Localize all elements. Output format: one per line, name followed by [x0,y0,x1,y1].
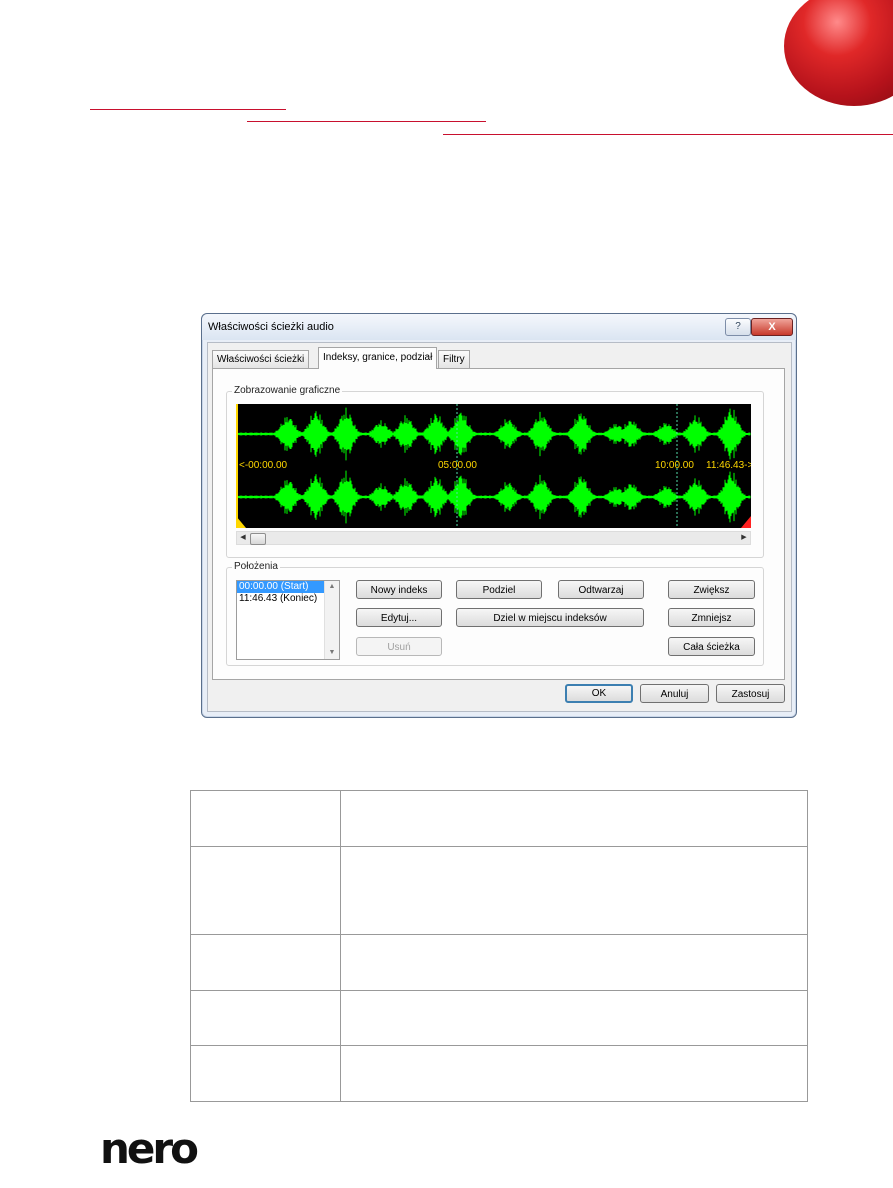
whole-track-button[interactable]: Cała ścieżka [668,637,755,656]
table-cell [340,846,808,935]
index-markers [456,404,678,528]
tab-filters[interactable]: Filtry [438,350,470,368]
list-item[interactable]: 11:46.43 (Koniec) [237,593,324,605]
table-row [190,1045,808,1102]
scroll-down-icon[interactable]: ▼ [325,647,339,659]
time-label-start: <-00:00.00 [239,460,288,471]
dialog-client-area: Właściwości ścieżki Indeksy, granice, po… [207,342,792,712]
waveform-channel-right [236,470,751,524]
help-icon: ? [735,321,741,332]
waveform-path [236,470,751,524]
scrollbar-thumb[interactable] [250,533,266,545]
positions-group: Położenia 00:00.00 (Start) 11:46.43 (Kon… [226,561,764,666]
help-button[interactable]: ? [725,318,751,336]
end-marker-icon[interactable] [741,516,751,528]
tab-indexes-limits-split[interactable]: Indeksy, granice, podział [318,347,438,369]
split-at-indexes-button[interactable]: Dziel w miejscu indeksów [456,608,644,627]
nero-red-ball-graphic [784,0,893,106]
listbox-scrollbar[interactable]: ▲ ▼ [324,581,339,659]
description-table [190,790,808,1102]
table-row [190,934,808,991]
waveform-path [236,407,751,461]
time-label-end: 11:46.43-> [706,460,751,471]
time-label-10min: 10:00.00 [655,460,694,471]
graphic-display-label: Zobrazowanie graficzne [232,385,343,396]
waveform-display[interactable]: <-00:00.00 05:00.00 10:00.00 11:46.43-> [236,404,751,528]
scroll-up-icon[interactable]: ▲ [325,581,339,593]
zoom-out-button[interactable]: Zmniejsz [668,608,755,627]
apply-button[interactable]: Zastosuj [716,684,785,703]
scroll-right-icon[interactable]: ▶ [738,532,750,544]
tab-panel-indexes: Zobrazowanie graficzne <-00:00.00 05:00.… [212,368,785,680]
delete-button[interactable]: Usuń [356,637,442,656]
table-cell [340,790,808,847]
table-cell [190,934,341,991]
tab-label: Filtry [443,354,465,365]
positions-listbox[interactable]: 00:00.00 (Start) 11:46.43 (Koniec) ▲ ▼ [236,580,340,660]
graphic-display-group: Zobrazowanie graficzne <-00:00.00 05:00.… [226,385,764,558]
tab-label: Indeksy, granice, podział [323,352,433,363]
waveform-horizontal-scrollbar[interactable]: ◀ ▶ [236,531,751,545]
table-cell [190,1045,341,1102]
table-row [190,846,808,935]
play-button[interactable]: Odtwarzaj [558,580,644,599]
new-index-button[interactable]: Nowy indeks [356,580,442,599]
time-label-5min: 05:00.00 [438,460,477,471]
zoom-in-button[interactable]: Zwiększ [668,580,755,599]
dialog-titlebar[interactable]: Właściwości ścieżki audio ? X [202,314,796,340]
table-cell [190,846,341,935]
close-icon: X [768,321,776,333]
table-row [190,790,808,847]
table-cell [340,990,808,1046]
nero-logo: nero [100,1124,199,1173]
header-line-3 [443,134,893,135]
header-line-2 [247,121,486,122]
table-cell [190,790,341,847]
positions-label: Położenia [232,561,280,572]
ok-button[interactable]: OK [565,684,633,703]
close-button[interactable]: X [751,318,793,336]
audio-track-properties-dialog: Właściwości ścieżki audio ? X Właściwośc… [201,313,797,718]
table-row [190,990,808,1046]
scroll-left-icon[interactable]: ◀ [237,532,249,544]
waveform-channel-left [236,407,751,461]
edit-button[interactable]: Edytuj... [356,608,442,627]
waveform-svg: <-00:00.00 05:00.00 10:00.00 11:46.43-> [236,404,751,528]
header-line-1 [90,109,286,110]
table-cell [340,1045,808,1102]
table-cell [190,990,341,1046]
table-cell [340,934,808,991]
list-item[interactable]: 00:00.00 (Start) [237,581,324,593]
tab-track-properties[interactable]: Właściwości ścieżki [212,350,310,368]
dialog-title: Właściwości ścieżki audio [208,321,334,333]
split-button[interactable]: Podziel [456,580,542,599]
tab-label: Właściwości ścieżki [217,354,305,365]
cancel-button[interactable]: Anuluj [640,684,709,703]
